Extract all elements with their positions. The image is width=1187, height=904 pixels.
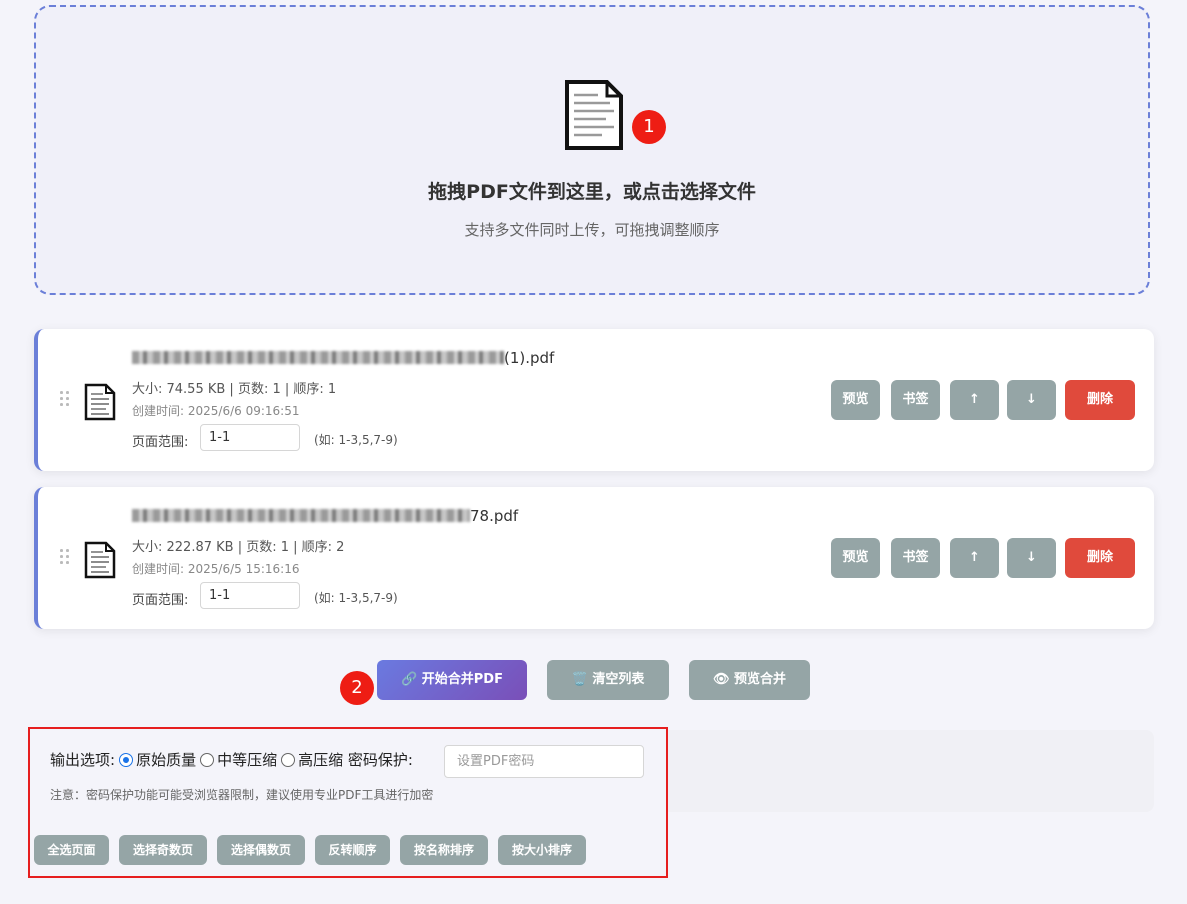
file-name: 78.pdf xyxy=(132,507,518,525)
file-card: (1).pdf 大小: 74.55 KB | 页数: 1 | 顺序: 1 创建时… xyxy=(34,329,1154,471)
page-range-hint: (如: 1-3,5,7-9) xyxy=(314,591,398,605)
step-badge-1: 1 xyxy=(632,110,666,144)
file-card: 78.pdf 大小: 222.87 KB | 页数: 1 | 顺序: 2 创建时… xyxy=(34,487,1154,629)
sort-by-name-button[interactable]: 按名称排序 xyxy=(400,835,488,865)
sort-by-size-button[interactable]: 按大小排序 xyxy=(498,835,586,865)
page-range-input[interactable] xyxy=(200,424,300,451)
step-badge-2: 2 xyxy=(340,671,374,705)
move-up-button[interactable]: ↑ xyxy=(950,380,999,420)
preview-button[interactable]: 预览 xyxy=(831,380,880,420)
file-meta: 大小: 222.87 KB | 页数: 1 | 顺序: 2 xyxy=(132,540,345,555)
dropzone-title: 拖拽PDF文件到这里，或点击选择文件 xyxy=(428,181,756,203)
move-down-button[interactable]: ↓ xyxy=(1007,538,1056,578)
file-meta: 大小: 74.55 KB | 页数: 1 | 顺序: 1 xyxy=(132,382,337,397)
dropzone-subtitle: 支持多文件同时上传，可拖拽调整顺序 xyxy=(464,221,720,239)
page-range-label: 页面范围: xyxy=(132,593,189,608)
drag-handle-icon[interactable] xyxy=(60,391,70,409)
move-up-button[interactable]: ↑ xyxy=(950,538,999,578)
redacted-filename xyxy=(132,509,470,522)
page-range-hint: (如: 1-3,5,7-9) xyxy=(314,433,398,447)
output-options-row: 输出选项: 原始质量 中等压缩 高压缩 密码保护: xyxy=(50,749,413,770)
pdf-dropzone[interactable]: 1 拖拽PDF文件到这里，或点击选择文件 支持多文件同时上传，可拖拽调整顺序 xyxy=(34,5,1150,295)
select-odd-pages-button[interactable]: 选择奇数页 xyxy=(119,835,207,865)
quality-original-label[interactable]: 原始质量 xyxy=(136,751,196,769)
bookmark-button[interactable]: 书签 xyxy=(891,380,940,420)
merge-pdf-button[interactable]: 🔗 开始合并PDF xyxy=(377,660,527,700)
bookmark-button[interactable]: 书签 xyxy=(891,538,940,578)
delete-button[interactable]: 删除 xyxy=(1065,538,1135,578)
file-name: (1).pdf xyxy=(132,349,554,367)
select-even-pages-button[interactable]: 选择偶数页 xyxy=(217,835,305,865)
output-options-panel: 输出选项: 原始质量 中等压缩 高压缩 密码保护: 注意：密码保护功能可能受浏览器限制… xyxy=(28,727,668,878)
password-input[interactable] xyxy=(444,745,644,778)
output-options-label: 输出选项: xyxy=(50,751,116,769)
file-created-time: 创建时间: 2025/6/6 09:16:51 xyxy=(132,404,300,418)
password-note: 注意：密码保护功能可能受浏览器限制，建议使用专业PDF工具进行加密 xyxy=(50,788,434,802)
file-created-time: 创建时间: 2025/6/5 15:16:16 xyxy=(132,562,300,576)
drag-handle-icon[interactable] xyxy=(60,549,70,567)
quality-high-label[interactable]: 高压缩 xyxy=(298,751,343,769)
page-range-input[interactable] xyxy=(200,582,300,609)
options-background xyxy=(668,730,1154,812)
page-range-label: 页面范围: xyxy=(132,435,189,450)
quality-medium-radio[interactable] xyxy=(200,752,215,767)
quality-high-radio[interactable] xyxy=(281,752,296,767)
reverse-order-button[interactable]: 反转顺序 xyxy=(315,835,390,865)
password-label: 密码保护: xyxy=(347,751,413,769)
select-all-pages-button[interactable]: 全选页面 xyxy=(34,835,109,865)
clear-list-button[interactable]: 🗑️ 清空列表 xyxy=(547,660,669,700)
preview-merge-button[interactable]: 👁 预览合并 xyxy=(689,660,810,700)
document-icon xyxy=(565,80,623,150)
quality-medium-label[interactable]: 中等压缩 xyxy=(217,751,277,769)
delete-button[interactable]: 删除 xyxy=(1065,380,1135,420)
quality-original-radio[interactable] xyxy=(119,752,134,767)
pdf-file-icon xyxy=(84,541,116,579)
preview-button[interactable]: 预览 xyxy=(831,538,880,578)
pdf-file-icon xyxy=(84,383,116,421)
move-down-button[interactable]: ↓ xyxy=(1007,380,1056,420)
redacted-filename xyxy=(132,351,504,364)
